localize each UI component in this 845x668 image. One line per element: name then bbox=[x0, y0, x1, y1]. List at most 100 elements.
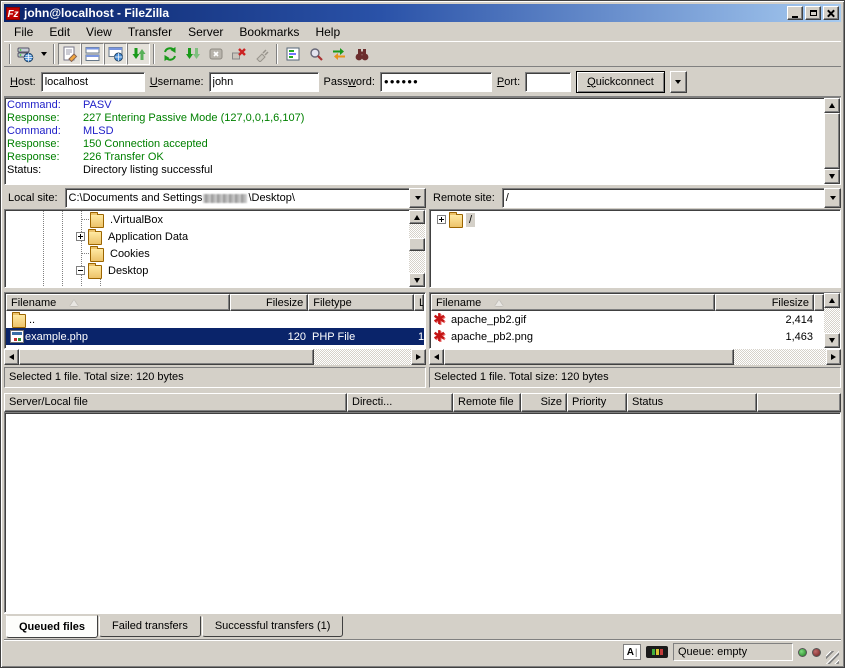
scroll-right-button[interactable] bbox=[411, 349, 426, 365]
tree-item-cookies[interactable]: Cookies bbox=[6, 245, 408, 262]
username-input[interactable] bbox=[209, 72, 319, 92]
column-header-filesize[interactable]: Filesize bbox=[230, 294, 308, 311]
password-label: Password: bbox=[324, 76, 375, 88]
column-header-filename[interactable]: Filename bbox=[431, 294, 715, 311]
scroll-right-button[interactable] bbox=[826, 349, 841, 365]
remote-horizontal-scrollbar[interactable] bbox=[429, 349, 841, 365]
local-site-path[interactable]: C:\Documents and Settings\Desktop\ bbox=[65, 188, 409, 208]
toggle-remote-tree-button[interactable] bbox=[104, 43, 127, 65]
file-row-parent-dir[interactable]: .. bbox=[6, 311, 424, 328]
arrow-left-icon bbox=[434, 354, 439, 360]
file-row[interactable]: apache_pb2.png 1,463 bbox=[431, 328, 824, 345]
scrollbar-thumb[interactable] bbox=[19, 349, 314, 365]
expand-icon[interactable] bbox=[76, 232, 85, 241]
process-queue-button[interactable] bbox=[181, 43, 204, 65]
tab-failed-transfers[interactable]: Failed transfers bbox=[99, 616, 201, 637]
scroll-up-button[interactable] bbox=[824, 293, 840, 308]
folder-icon bbox=[449, 214, 463, 228]
toggle-local-tree-button[interactable] bbox=[81, 43, 104, 65]
file-row[interactable]: apache_pb2_ani.gif 2,160 bbox=[431, 345, 824, 347]
file-row[interactable]: apache_pb2.gif 2,414 bbox=[431, 311, 824, 328]
site-manager-dropdown[interactable] bbox=[37, 43, 50, 65]
local-horizontal-scrollbar[interactable] bbox=[4, 349, 426, 365]
column-header-lastmodified[interactable]: L bbox=[414, 294, 424, 311]
queue-column-direction[interactable]: Directi... bbox=[347, 393, 453, 412]
menu-server[interactable]: Server bbox=[180, 23, 231, 41]
find-button[interactable] bbox=[350, 43, 373, 65]
tab-successful-transfers[interactable]: Successful transfers (1) bbox=[202, 616, 344, 637]
scroll-up-button[interactable] bbox=[824, 98, 840, 113]
scrollbar-thumb[interactable] bbox=[824, 113, 840, 169]
remote-list-scrollbar[interactable] bbox=[824, 293, 840, 348]
scroll-left-button[interactable] bbox=[429, 349, 444, 365]
queue-list[interactable] bbox=[4, 412, 841, 614]
refresh-button[interactable] bbox=[158, 43, 181, 65]
minimize-button[interactable] bbox=[787, 6, 803, 20]
disconnect-button[interactable] bbox=[227, 43, 250, 65]
quickconnect-button[interactable]: Quickconnect bbox=[576, 71, 665, 93]
column-header-filetype[interactable]: Filetype bbox=[308, 294, 414, 311]
cancel-button[interactable] bbox=[204, 43, 227, 65]
local-tree: .VirtualBox Application Data Cookies bbox=[4, 209, 426, 288]
queue-column-priority[interactable]: Priority bbox=[567, 393, 627, 412]
scroll-up-button[interactable] bbox=[409, 210, 425, 224]
scrollbar-thumb[interactable] bbox=[409, 238, 425, 251]
menu-file[interactable]: File bbox=[6, 23, 41, 41]
maximize-button[interactable] bbox=[805, 6, 821, 20]
compare-button[interactable] bbox=[304, 43, 327, 65]
local-site-combo[interactable]: C:\Documents and Settings\Desktop\ bbox=[65, 188, 426, 208]
remote-site-dropdown[interactable] bbox=[824, 188, 841, 208]
scroll-left-button[interactable] bbox=[4, 349, 19, 365]
scroll-down-button[interactable] bbox=[409, 273, 425, 287]
column-header-filesize[interactable]: Filesize bbox=[715, 294, 815, 311]
speed-limit-icon[interactable] bbox=[646, 646, 668, 658]
queue-column-size[interactable]: Size bbox=[521, 393, 567, 412]
scroll-down-button[interactable] bbox=[824, 169, 840, 184]
resize-grip[interactable] bbox=[826, 651, 839, 664]
menu-view[interactable]: View bbox=[78, 23, 120, 41]
tree-item-application-data[interactable]: Application Data bbox=[6, 228, 408, 245]
remote-site-path[interactable]: / bbox=[502, 188, 824, 208]
local-tree-scrollbar[interactable] bbox=[409, 210, 425, 287]
remote-site-combo[interactable]: / bbox=[502, 188, 841, 208]
menu-transfer[interactable]: Transfer bbox=[120, 23, 180, 41]
scrollbar-thumb[interactable] bbox=[444, 349, 734, 365]
collapse-icon[interactable] bbox=[76, 266, 85, 275]
local-pane: Local site: C:\Documents and Settings\De… bbox=[4, 188, 426, 388]
queue-column-remote-file[interactable]: Remote file bbox=[453, 393, 521, 412]
queue-column-status[interactable]: Status bbox=[627, 393, 757, 412]
filter-button[interactable] bbox=[281, 43, 304, 65]
reconnect-button[interactable] bbox=[250, 43, 273, 65]
file-row-selected[interactable]: example.php 120 PHP File 1 bbox=[6, 328, 424, 345]
menu-help[interactable]: Help bbox=[307, 23, 348, 41]
toggle-queue-button[interactable] bbox=[127, 43, 150, 65]
menu-edit[interactable]: Edit bbox=[41, 23, 78, 41]
tab-queued-files[interactable]: Queued files bbox=[6, 615, 98, 638]
quickconnect-dropdown[interactable] bbox=[670, 71, 687, 93]
title-bar[interactable]: Fz john@localhost - FileZilla bbox=[4, 4, 841, 22]
local-site-dropdown[interactable] bbox=[409, 188, 426, 208]
column-header-filename[interactable]: Filename bbox=[6, 294, 230, 311]
local-site-label: Local site: bbox=[4, 192, 62, 204]
password-input[interactable] bbox=[380, 72, 492, 92]
chevron-down-icon bbox=[830, 196, 836, 200]
close-button[interactable] bbox=[823, 6, 839, 20]
tree-item-desktop[interactable]: Desktop bbox=[6, 262, 408, 279]
port-label: Port: bbox=[497, 76, 520, 88]
menu-bookmarks[interactable]: Bookmarks bbox=[231, 23, 307, 41]
expand-icon[interactable] bbox=[437, 215, 446, 224]
sync-browse-button[interactable] bbox=[327, 43, 350, 65]
queue-column-filler bbox=[757, 393, 841, 412]
tree-item-virtualbox[interactable]: .VirtualBox bbox=[6, 211, 408, 228]
queue-pane-icon bbox=[131, 46, 147, 62]
tree-item-root[interactable]: / bbox=[431, 211, 839, 228]
toggle-log-button[interactable] bbox=[58, 43, 81, 65]
port-input[interactable] bbox=[525, 72, 571, 92]
chevron-down-icon bbox=[675, 80, 681, 84]
site-manager-button[interactable] bbox=[14, 43, 37, 65]
log-scrollbar[interactable] bbox=[824, 98, 840, 184]
queue-column-local-file[interactable]: Server/Local file bbox=[4, 393, 347, 412]
transfer-type-icon[interactable]: A bbox=[623, 644, 641, 660]
scroll-down-button[interactable] bbox=[824, 333, 840, 348]
host-input[interactable] bbox=[41, 72, 145, 92]
